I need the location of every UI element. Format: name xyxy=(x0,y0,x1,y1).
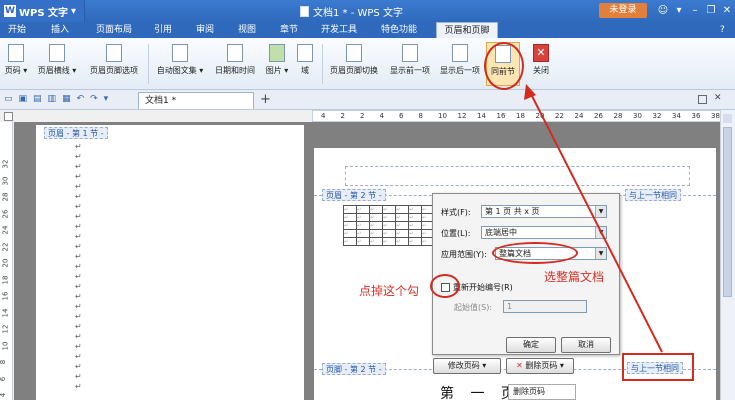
annotation-arrow xyxy=(524,84,663,353)
arrow-head xyxy=(524,84,536,100)
arrow-line xyxy=(529,91,663,353)
scroll-up-icon[interactable] xyxy=(723,114,732,123)
scroll-thumb[interactable] xyxy=(723,127,732,297)
